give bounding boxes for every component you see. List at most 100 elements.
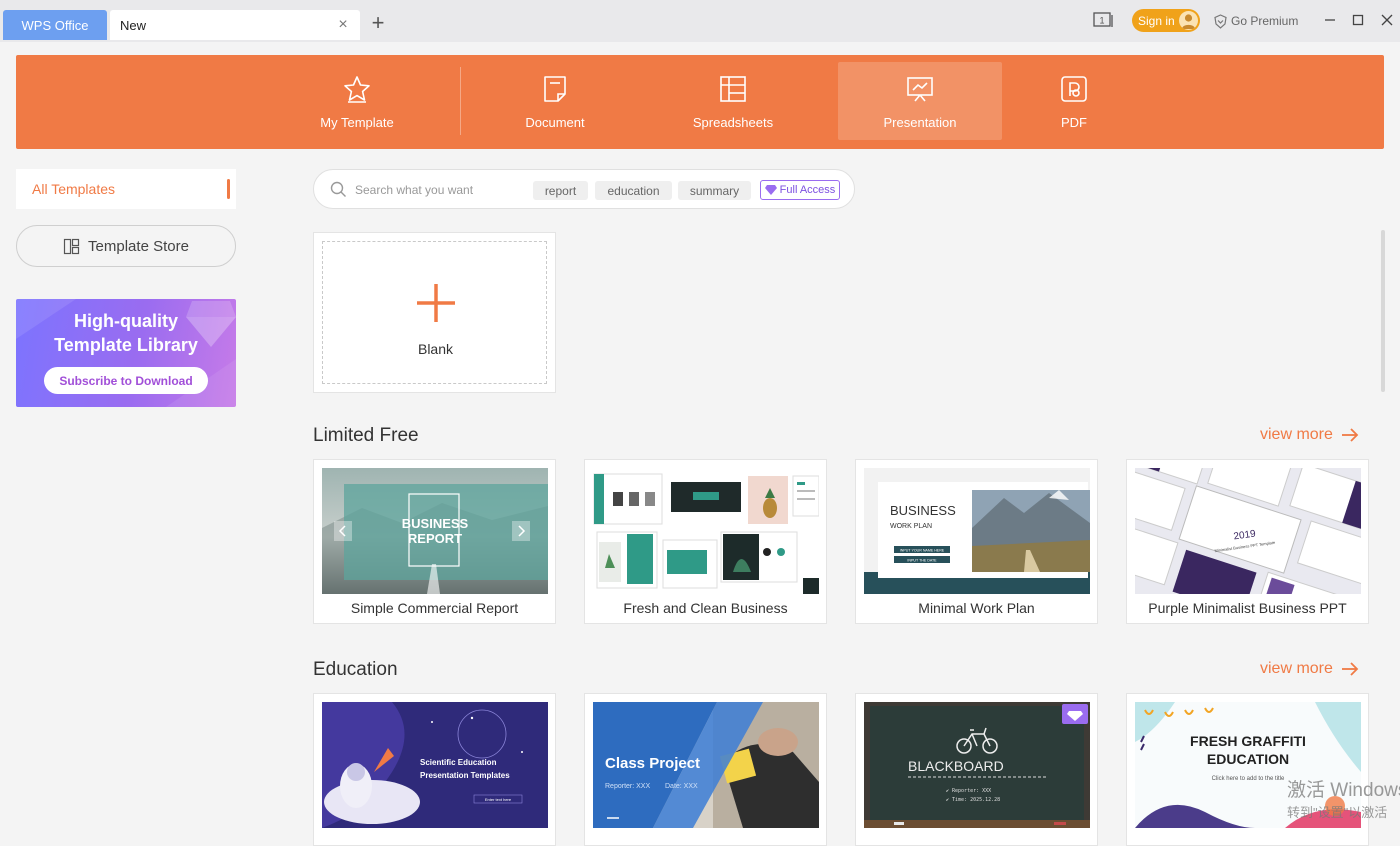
thumb-text: Click here to add to the title [1212,776,1285,782]
template-thumbnail: Class Project Reporter: XXX Date: XXX [593,702,819,828]
sign-in-button[interactable]: Sign in [1132,9,1200,32]
template-card-scientific-education[interactable]: Scientific Education Presentation Templa… [313,693,556,846]
minimize-icon[interactable] [1320,10,1340,30]
window-close-icon[interactable] [1377,10,1397,30]
category-label: Presentation [883,115,957,130]
watermark-line1: 激活 Windows [1287,780,1400,801]
blank-template-card[interactable]: Blank [313,232,556,393]
thumb-text: INPUT THE DATE [907,559,937,563]
template-thumbnail: Scientific Education Presentation Templa… [322,702,548,828]
category-my-template[interactable]: My Template [277,62,437,140]
window-count: 1 [1099,16,1104,26]
template-card-blackboard[interactable]: BLACKBOARD ✔ Reporter: XXX ✔ Time: 2025.… [855,693,1098,846]
presentation-icon [907,77,933,102]
template-store-button[interactable]: Template Store [16,225,236,267]
full-access-button[interactable]: Full Access [760,180,840,200]
sign-in-label: Sign in [1138,13,1175,28]
category-label: My Template [320,115,394,130]
thumb-text: Presentation Templates [420,771,510,780]
active-indicator [227,179,230,199]
thumb-text: Date: XXX [665,783,698,790]
star-icon [344,76,370,103]
category-label: Document [525,115,585,130]
category-label: Spreadsheets [692,115,774,130]
avatar-icon [1179,11,1198,30]
sidebar-all-templates-label: All Templates [32,181,116,197]
view-more-label: view more [1260,426,1333,443]
thumb-text: BUSINESS [402,516,469,531]
spreadsheet-icon [720,76,746,102]
thumb-text: REPORT [408,531,462,546]
go-premium-button[interactable]: Go Premium [1213,11,1298,31]
template-card-label: Simple Commercial Report [350,600,519,616]
maximize-icon[interactable] [1348,10,1368,30]
category-label: PDF [1061,115,1087,130]
thumb-text: ✔ Time: 2025.12.28 [946,797,1000,803]
template-card-label: Fresh and Clean Business [623,600,788,616]
store-grid-icon [63,238,80,254]
category-divider [460,67,461,135]
search-chip-education[interactable]: education [595,181,672,200]
thumb-text: Enter text here [485,797,512,802]
window-switcher-icon[interactable]: 1 [1093,11,1115,29]
go-premium-label: Go Premium [1231,14,1299,28]
template-card-minimal-work-plan[interactable]: BUSINESS WORK PLAN INPUT YOUR NAME HERE … [855,459,1098,624]
thumb-text: BLACKBOARD [908,758,1004,774]
thumb-text: Scientific Education [420,758,497,767]
template-store-label: Template Store [88,237,189,255]
thumb-text: INPUT YOUR NAME HERE [900,549,945,553]
tab-new-label: New [120,17,147,33]
search-bar: report education summary Full Access [313,169,855,209]
template-card-purple-minimalist-business-ppt[interactable]: 2019 Minimalist Business PPT Template Pu… [1126,459,1369,624]
search-icon [330,181,346,197]
tab-wps-office[interactable]: WPS Office [3,10,107,40]
pdf-icon [1061,76,1087,102]
thumb-text: BUSINESS [890,503,956,518]
premium-promo-banner[interactable]: High-quality Template Library Subscribe … [16,299,236,407]
view-more-education[interactable]: view more [1260,660,1359,678]
full-access-label: Full Access [779,184,836,196]
subscribe-button[interactable]: Subscribe to Download [44,367,208,394]
template-thumbnail: 2019 Minimalist Business PPT Template [1135,468,1361,594]
blank-label: Blank [417,341,454,357]
thumb-text: Class Project [605,755,700,772]
thumb-text: EDUCATION [1207,751,1289,767]
view-more-label: view more [1260,660,1333,677]
promo-title-line1: High-quality [74,311,178,331]
section-title-limited-free: Limited Free [313,425,419,446]
title-bar: WPS Office New × + 1 Sign in Go Premium [0,0,1400,42]
search-input[interactable] [355,180,525,200]
plus-icon [417,284,455,322]
template-card-label: Minimal Work Plan [918,600,1035,616]
tab-new[interactable]: New × [110,10,360,40]
thumb-text: WORK PLAN [890,523,932,530]
blank-dashed-area: Blank [322,241,547,384]
category-presentation[interactable]: Presentation [838,62,1002,140]
category-document[interactable]: Document [495,62,615,140]
windows-activation-watermark: 激活 Windows 转到"设置"以激活 [1287,780,1400,830]
close-icon[interactable]: × [334,16,352,34]
section-title-education: Education [313,659,398,680]
view-more-limited-free[interactable]: view more [1260,426,1359,444]
search-chip-summary[interactable]: summary [678,181,751,200]
premium-shield-icon [1214,13,1227,29]
add-tab-icon[interactable]: + [367,12,389,34]
template-thumbnail: BLACKBOARD ✔ Reporter: XXX ✔ Time: 2025.… [864,702,1090,828]
arrow-right-icon [1341,428,1359,442]
category-pdf[interactable]: PDF [1014,62,1134,140]
thumb-text: ✔ Reporter: XXX [946,788,991,794]
template-thumbnail: BUSINESS WORK PLAN INPUT YOUR NAME HERE … [864,468,1090,594]
sidebar-all-templates[interactable]: All Templates [16,169,236,209]
thumb-text: FRESH GRAFFITI [1190,733,1306,749]
template-thumbnail: BUSINESS REPORT [322,468,548,594]
category-spreadsheets[interactable]: Spreadsheets [673,62,793,140]
template-card-simple-commercial-report[interactable]: BUSINESS REPORT Simple Commercial Report [313,459,556,624]
scrollbar[interactable] [1381,230,1385,392]
search-chip-report[interactable]: report [533,181,588,200]
template-card-fresh-and-clean-business[interactable]: Fresh and Clean Business [584,459,827,624]
promo-title: High-quality Template Library [16,309,236,357]
template-card-class-project[interactable]: Class Project Reporter: XXX Date: XXX [584,693,827,846]
template-card-label: Purple Minimalist Business PPT [1148,600,1347,616]
template-thumbnail [593,468,819,594]
watermark-line2: 转到"设置"以激活 [1287,805,1388,820]
